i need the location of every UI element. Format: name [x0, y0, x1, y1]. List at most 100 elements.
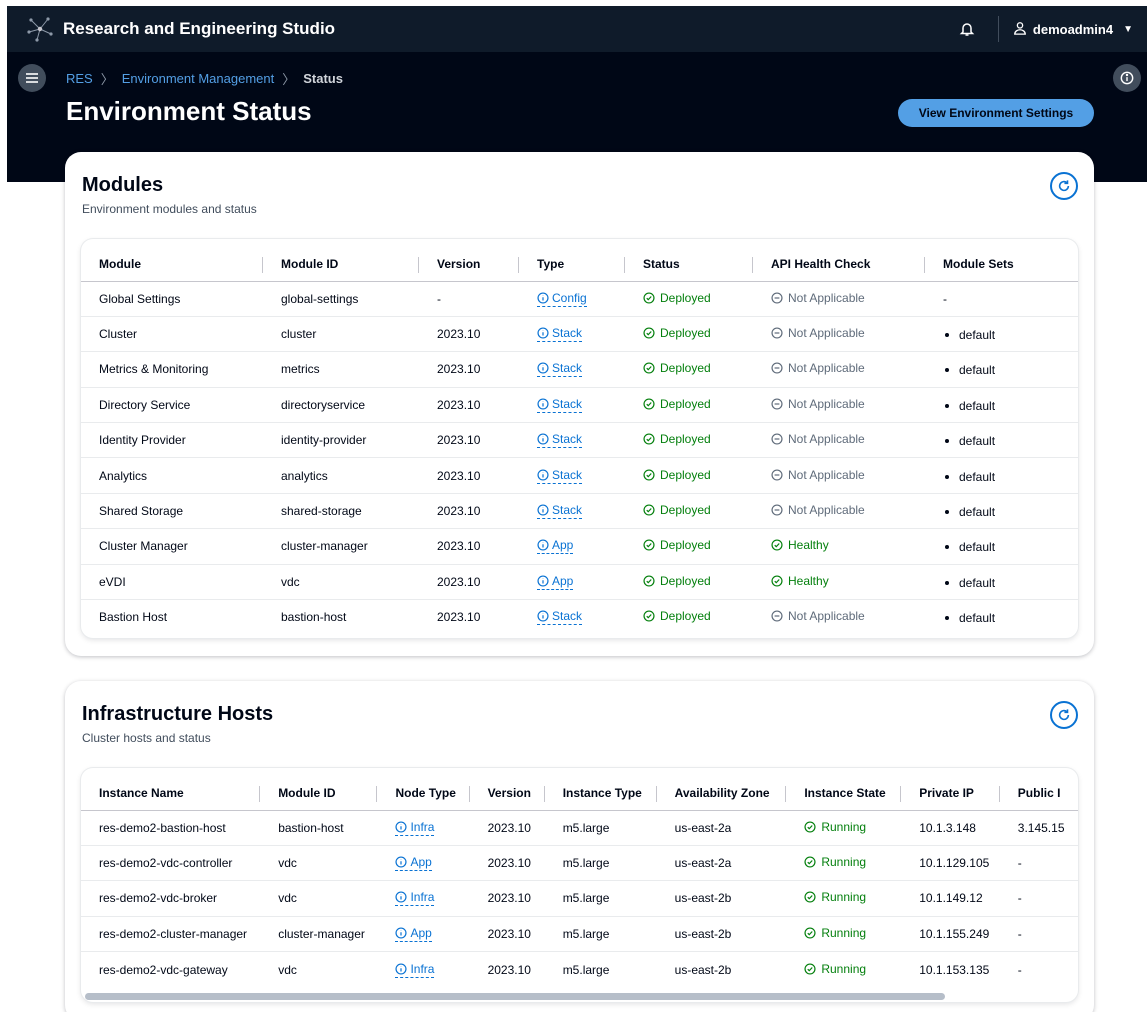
status-cell: Deployed	[625, 422, 753, 459]
column-header[interactable]: Module Sets	[925, 247, 1078, 282]
table-cell: Global Settings	[81, 281, 263, 317]
column-header[interactable]: Private IP	[901, 776, 1000, 811]
table-cell: m5.large	[544, 810, 657, 846]
table-cell: res-demo2-bastion-host	[81, 810, 261, 846]
table-cell: vdc	[263, 564, 419, 601]
type-cell: Stack	[519, 316, 625, 353]
minus-circle-icon	[771, 610, 783, 623]
app-title[interactable]: Research and Engineering Studio	[63, 19, 335, 39]
column-header[interactable]: Availability Zone	[656, 776, 787, 811]
table-cell: us-east-2a	[656, 810, 787, 846]
node-type-link-label: Infra	[410, 890, 435, 905]
table-row: Directory Service directoryservice 2023.10…	[81, 387, 1078, 424]
column-header[interactable]: Status	[625, 247, 753, 282]
column-header[interactable]: Type	[519, 247, 625, 282]
refresh-icon[interactable]	[1050, 701, 1078, 729]
horizontal-scrollbar[interactable]	[85, 993, 945, 1000]
module-type-link[interactable]: Stack	[537, 468, 583, 484]
node-type-link[interactable]: Infra	[395, 962, 435, 978]
table-cell: -	[999, 845, 1078, 882]
table-cell: 10.1.3.148	[901, 810, 1000, 846]
network-logo-icon[interactable]	[23, 12, 57, 46]
hamburger-menu-icon[interactable]	[18, 64, 46, 92]
state-running-label: Running	[821, 890, 867, 905]
breadcrumb-parent[interactable]: Environment Management	[122, 71, 274, 86]
health-cell: Not Applicable	[753, 493, 925, 530]
info-circle-icon	[537, 610, 549, 623]
module-set-label: default	[959, 469, 996, 484]
table-row: res-demo2-vdc-broker vdc Infra 2023.10 m5.la…	[81, 880, 1078, 917]
check-circle-icon	[643, 292, 655, 304]
bullet-icon	[945, 510, 949, 515]
module-type-link-label: Stack	[552, 503, 583, 518]
module-type-link[interactable]: Stack	[537, 432, 583, 449]
column-header-label: Module Sets	[943, 256, 1014, 271]
chevron-right-icon: 〉	[282, 72, 296, 87]
column-header[interactable]: Version	[419, 247, 519, 282]
module-type-link[interactable]: Stack	[537, 396, 583, 413]
column-header[interactable]: Instance State	[786, 776, 902, 811]
health-not-applicable: Not Applicable	[771, 609, 865, 623]
module-type-link[interactable]: Stack	[537, 609, 583, 626]
table-row: res-demo2-vdc-gateway vdc Infra 2023.10 m5.l…	[81, 952, 1078, 987]
column-header[interactable]: Module ID	[263, 247, 419, 282]
breadcrumb: RES 〉 Environment Management 〉 Status	[66, 69, 343, 88]
table-cell: Identity Provider	[81, 422, 263, 459]
table-cell: res-demo2-vdc-controller	[81, 845, 261, 882]
status-cell: Deployed	[625, 600, 753, 635]
module-type-link-label: Stack	[552, 396, 583, 411]
status-deployed-label: Deployed	[660, 396, 711, 411]
state-running-label: Running	[821, 855, 867, 870]
modules-description: Environment modules and status	[82, 202, 257, 216]
column-header[interactable]: Public I	[999, 776, 1078, 811]
module-type-link[interactable]: App	[537, 538, 574, 555]
state-running: Running	[804, 962, 866, 976]
node-type-link[interactable]: Infra	[395, 890, 435, 907]
refresh-icon[interactable]	[1050, 172, 1078, 200]
view-environment-settings-button[interactable]: View Environment Settings	[898, 99, 1094, 127]
instance-state-cell: Running	[786, 845, 902, 882]
user-menu[interactable]: demoadmin4 ▼	[1013, 21, 1133, 38]
module-type-link-label: Stack	[552, 609, 583, 624]
check-circle-icon	[643, 539, 655, 551]
column-header[interactable]: Instance Type	[544, 776, 657, 811]
node-type-link[interactable]: App	[395, 855, 432, 872]
info-icon[interactable]	[1113, 64, 1141, 92]
table-cell: Cluster Manager	[81, 528, 263, 565]
column-header[interactable]: Module	[81, 247, 263, 282]
column-header[interactable]: Module ID	[260, 776, 378, 811]
check-circle-icon	[643, 469, 655, 481]
table-cell: 2023.10	[419, 316, 519, 353]
module-set-label: default	[959, 540, 996, 555]
bullet-icon	[945, 545, 949, 550]
module-type-link[interactable]: Stack	[537, 326, 583, 343]
module-set-item: default	[943, 576, 995, 590]
table-cell: 2023.10	[437, 610, 481, 625]
column-header[interactable]: API Health Check	[753, 247, 925, 282]
node-type-link[interactable]: App	[395, 926, 432, 942]
column-header[interactable]: Node Type	[377, 776, 470, 811]
module-sets-cell: default	[925, 528, 1078, 565]
bell-icon[interactable]	[950, 21, 984, 37]
bullet-icon	[945, 616, 949, 621]
status-cell: Deployed	[625, 564, 753, 601]
column-header[interactable]: Instance Name	[81, 776, 261, 811]
node-type-link[interactable]: Infra	[395, 820, 435, 836]
module-type-link[interactable]: Stack	[537, 503, 583, 520]
table-row: Cluster cluster 2023.10 Stack Deployed Not Ap…	[81, 316, 1078, 353]
health-cell: Not Applicable	[753, 351, 925, 388]
table-row: Bastion Host bastion-host 2023.10 Stack Depl…	[81, 600, 1078, 635]
status-cell: Deployed	[625, 281, 753, 317]
instance-state-cell: Running	[786, 916, 902, 953]
info-circle-icon	[537, 539, 549, 551]
health-not-applicable: Not Applicable	[771, 503, 865, 517]
column-header-label: Private IP	[919, 785, 974, 800]
column-header[interactable]: Version	[469, 776, 545, 811]
module-type-link[interactable]: Stack	[537, 361, 583, 378]
status-cell: Deployed	[625, 528, 753, 565]
breadcrumb-root[interactable]: RES	[66, 71, 93, 86]
module-type-link[interactable]: App	[537, 574, 574, 590]
status-deployed: Deployed	[643, 538, 711, 552]
module-type-link[interactable]: Config	[537, 291, 587, 307]
health-cell: Healthy	[753, 564, 925, 601]
